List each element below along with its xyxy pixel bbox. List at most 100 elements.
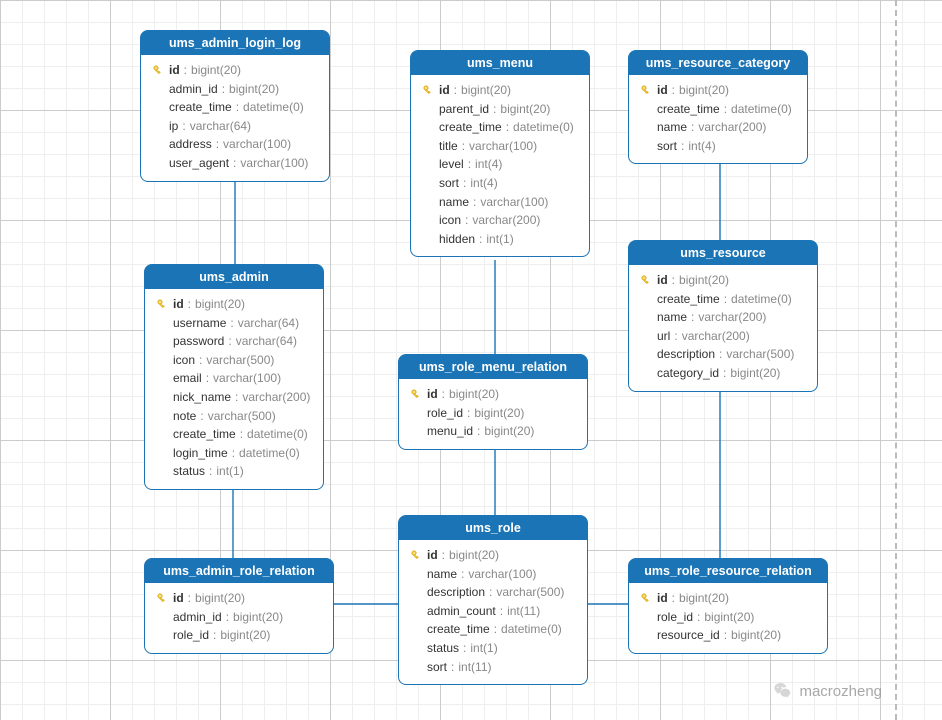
entity-title[interactable]: ums_admin <box>145 265 323 289</box>
column-row[interactable]: create_time: datetime(0) <box>639 290 807 309</box>
column-type: bigint(20) <box>449 546 499 565</box>
column-row[interactable]: role_id: bigint(20) <box>639 608 817 627</box>
column-row[interactable]: id: bigint(20) <box>155 295 313 314</box>
column-row[interactable]: name: varchar(100) <box>421 193 579 212</box>
column-type: datetime(0) <box>239 444 300 463</box>
entity-title[interactable]: ums_admin_role_relation <box>145 559 333 583</box>
column-row[interactable]: id: bigint(20) <box>409 546 577 565</box>
column-separator: : <box>672 81 675 100</box>
column-row[interactable]: category_id: bigint(20) <box>639 364 807 383</box>
column-type: datetime(0) <box>247 425 308 444</box>
column-separator: : <box>461 565 464 584</box>
column-row[interactable]: parent_id: bigint(20) <box>421 100 579 119</box>
column-row[interactable]: login_time: datetime(0) <box>155 444 313 463</box>
column-type: varchar(100) <box>213 369 281 388</box>
entity-ums_resource[interactable]: ums_resource id: bigint(20)create_time: … <box>628 240 818 392</box>
column-type: datetime(0) <box>501 620 562 639</box>
column-row[interactable]: icon: varchar(500) <box>155 351 313 370</box>
column-row[interactable]: id: bigint(20) <box>639 271 807 290</box>
primary-key-icon <box>640 84 652 96</box>
column-row[interactable]: nick_name: varchar(200) <box>155 388 313 407</box>
column-row[interactable]: description: varchar(500) <box>409 583 577 602</box>
column-row[interactable]: create_time: datetime(0) <box>421 118 579 137</box>
column-row[interactable]: admin_id: bigint(20) <box>155 608 323 627</box>
column-row[interactable]: id: bigint(20) <box>155 589 323 608</box>
column-separator: : <box>494 620 497 639</box>
column-row[interactable]: status: int(1) <box>155 462 313 481</box>
column-row[interactable]: address: varchar(100) <box>151 135 319 154</box>
column-row[interactable]: user_agent: varchar(100) <box>151 154 319 173</box>
column-name: icon <box>439 211 461 230</box>
column-row[interactable]: sort: int(11) <box>409 658 577 677</box>
column-row[interactable]: role_id: bigint(20) <box>155 626 323 645</box>
column-row[interactable]: create_time: datetime(0) <box>155 425 313 444</box>
column-type: bigint(20) <box>449 385 499 404</box>
column-row[interactable]: sort: int(4) <box>421 174 579 193</box>
column-row[interactable]: create_time: datetime(0) <box>409 620 577 639</box>
entity-body: id: bigint(20)admin_id: bigint(20)create… <box>141 55 329 181</box>
entity-ums_admin_role_relation[interactable]: ums_admin_role_relation id: bigint(20)ad… <box>144 558 334 654</box>
column-name: id <box>169 61 180 80</box>
column-row[interactable]: resource_id: bigint(20) <box>639 626 817 645</box>
column-row[interactable]: admin_count: int(11) <box>409 602 577 621</box>
column-row[interactable]: id: bigint(20) <box>421 81 579 100</box>
column-row[interactable]: title: varchar(100) <box>421 137 579 156</box>
entity-ums_admin_login_log[interactable]: ums_admin_login_log id: bigint(20)admin_… <box>140 30 330 182</box>
column-row[interactable]: create_time: datetime(0) <box>151 98 319 117</box>
column-type: bigint(20) <box>484 422 534 441</box>
column-type: varchar(100) <box>240 154 308 173</box>
entity-ums_role_resource_relation[interactable]: ums_role_resource_relation id: bigint(20… <box>628 558 828 654</box>
column-row[interactable]: note: varchar(500) <box>155 407 313 426</box>
entity-ums_admin[interactable]: ums_admin id: bigint(20)username: varcha… <box>144 264 324 490</box>
pk-indicator <box>409 388 423 400</box>
entity-ums_role[interactable]: ums_role id: bigint(20)name: varchar(100… <box>398 515 588 685</box>
entity-title[interactable]: ums_role_resource_relation <box>629 559 827 583</box>
column-type: int(1) <box>216 462 243 481</box>
column-row[interactable]: id: bigint(20) <box>639 589 817 608</box>
column-row[interactable]: icon: varchar(200) <box>421 211 579 230</box>
column-row[interactable]: ip: varchar(64) <box>151 117 319 136</box>
column-row[interactable]: email: varchar(100) <box>155 369 313 388</box>
page-break-guide <box>895 0 897 720</box>
column-row[interactable]: name: varchar(200) <box>639 118 797 137</box>
entity-title[interactable]: ums_menu <box>411 51 589 75</box>
column-row[interactable]: description: varchar(500) <box>639 345 807 364</box>
column-type: int(4) <box>475 155 502 174</box>
column-row[interactable]: username: varchar(64) <box>155 314 313 333</box>
column-row[interactable]: status: int(1) <box>409 639 577 658</box>
entity-title[interactable]: ums_role <box>399 516 587 540</box>
column-row[interactable]: create_time: datetime(0) <box>639 100 797 119</box>
column-row[interactable]: id: bigint(20) <box>409 385 577 404</box>
column-name: description <box>427 583 485 602</box>
column-row[interactable]: admin_id: bigint(20) <box>151 80 319 99</box>
column-row[interactable]: id: bigint(20) <box>151 61 319 80</box>
column-row[interactable]: password: varchar(64) <box>155 332 313 351</box>
column-name: name <box>657 308 687 327</box>
column-name: id <box>657 589 668 608</box>
column-name: id <box>173 295 184 314</box>
column-row[interactable]: role_id: bigint(20) <box>409 404 577 423</box>
column-row[interactable]: sort: int(4) <box>639 137 797 156</box>
column-row[interactable]: id: bigint(20) <box>639 81 797 100</box>
column-row[interactable]: level: int(4) <box>421 155 579 174</box>
column-row[interactable]: name: varchar(200) <box>639 308 807 327</box>
entity-title[interactable]: ums_resource_category <box>629 51 807 75</box>
primary-key-icon <box>422 84 434 96</box>
pk-indicator <box>421 84 435 96</box>
entity-ums_resource_category[interactable]: ums_resource_category id: bigint(20)crea… <box>628 50 808 164</box>
entity-ums_role_menu_relation[interactable]: ums_role_menu_relation id: bigint(20)rol… <box>398 354 588 450</box>
column-row[interactable]: menu_id: bigint(20) <box>409 422 577 441</box>
column-name: create_time <box>657 100 720 119</box>
column-type: bigint(20) <box>191 61 241 80</box>
column-separator: : <box>232 444 235 463</box>
entity-title[interactable]: ums_role_menu_relation <box>399 355 587 379</box>
entity-title[interactable]: ums_admin_login_log <box>141 31 329 55</box>
entity-title[interactable]: ums_resource <box>629 241 817 265</box>
column-row[interactable]: url: varchar(200) <box>639 327 807 346</box>
column-row[interactable]: hidden: int(1) <box>421 230 579 249</box>
column-type: bigint(20) <box>461 81 511 100</box>
column-type: varchar(200) <box>698 118 766 137</box>
column-name: password <box>173 332 224 351</box>
column-row[interactable]: name: varchar(100) <box>409 565 577 584</box>
entity-ums_menu[interactable]: ums_menu id: bigint(20)parent_id: bigint… <box>410 50 590 257</box>
